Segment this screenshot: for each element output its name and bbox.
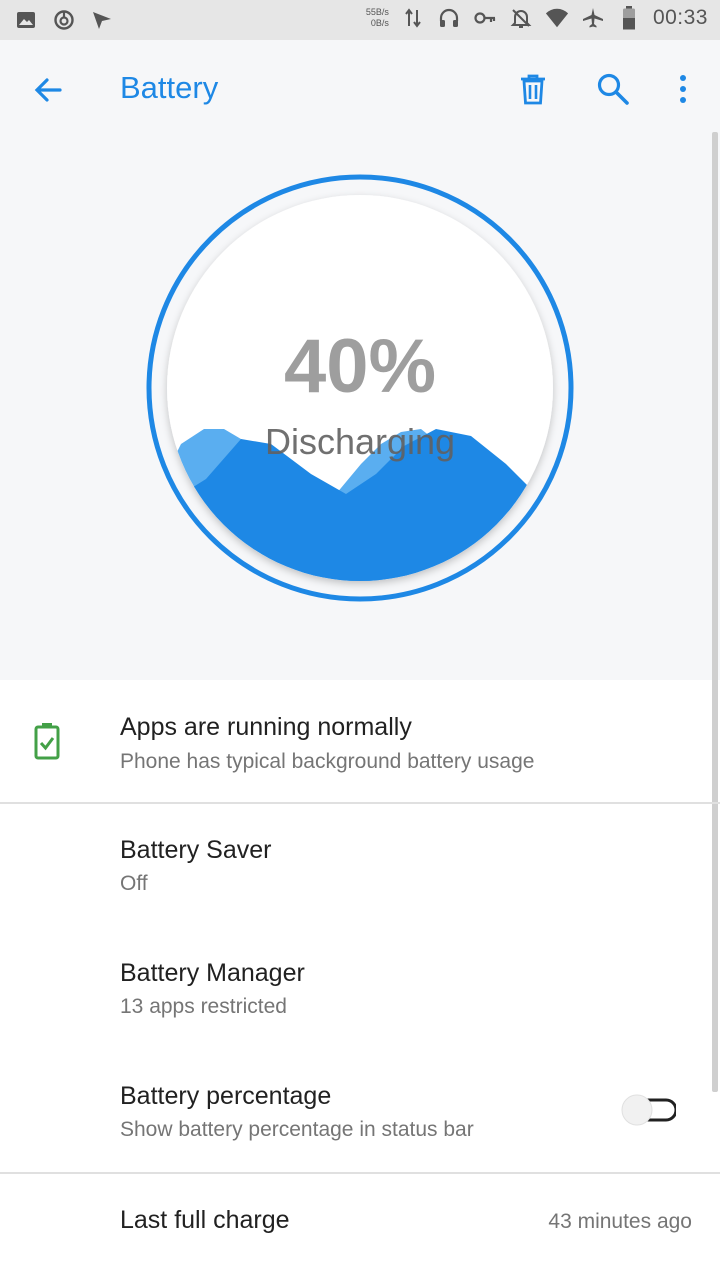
battery-manager-item[interactable]: Battery Manager 13 apps restricted: [0, 926, 720, 1049]
battery-ok-icon: [34, 723, 60, 760]
battery-health-title: Apps are running normally: [120, 713, 412, 741]
last-full-charge-value: 43 minutes ago: [548, 1210, 692, 1233]
battery-health-subtitle: Phone has typical background battery usa…: [120, 750, 535, 773]
sync-icon: [52, 8, 76, 32]
battery-status-text: Discharging: [265, 421, 455, 462]
trash-icon: [521, 74, 545, 105]
last-full-charge-title: Last full charge: [120, 1206, 290, 1234]
wifi-icon: [545, 6, 569, 30]
data-transfer-icon: [401, 6, 425, 30]
net-down-speed: 0B/s: [370, 18, 389, 28]
battery-manager-subtitle: 13 apps restricted: [120, 995, 287, 1018]
headphones-icon: [437, 6, 461, 30]
battery-percentage-toggle[interactable]: [620, 1092, 676, 1128]
last-full-charge-item: Last full charge 43 minutes ago: [0, 1174, 720, 1274]
battery-header: Battery 40% Discharging: [0, 40, 720, 680]
vpn-key-icon: [473, 6, 497, 30]
page-title: Battery: [120, 70, 219, 105]
notifications-off-icon: [509, 6, 533, 30]
more-vert-icon: [680, 75, 686, 103]
send-icon: [90, 8, 114, 32]
network-speed: 55B/s 0B/s: [366, 7, 389, 29]
battery-percentage-subtitle: Show battery percentage in status bar: [120, 1118, 474, 1141]
arrow-back-icon: [34, 78, 62, 102]
battery-saver-subtitle: Off: [120, 872, 148, 895]
net-up-speed: 55B/s: [365, 7, 389, 17]
battery-percentage-item[interactable]: Battery percentage Show battery percenta…: [0, 1049, 720, 1172]
battery-manager-title: Battery Manager: [120, 959, 305, 987]
battery-percentage-title: Battery percentage: [120, 1082, 332, 1110]
image-icon: [14, 8, 38, 32]
search-icon: [597, 73, 629, 105]
battery-icon: [617, 6, 641, 30]
battery-health-item[interactable]: Apps are running normally Phone has typi…: [0, 680, 720, 802]
delete-button[interactable]: [510, 66, 556, 112]
clock: 00:33: [652, 6, 708, 29]
search-button[interactable]: [590, 66, 636, 112]
battery-gauge: 40% Discharging: [146, 174, 574, 602]
battery-saver-title: Battery Saver: [120, 836, 272, 864]
battery-percent-text: 40%: [284, 324, 436, 409]
battery-saver-item[interactable]: Battery Saver Off: [0, 804, 720, 926]
airplane-mode-icon: [581, 6, 605, 30]
app-bar: Battery: [0, 40, 720, 136]
back-button[interactable]: [26, 68, 70, 112]
status-bar: 55B/s 0B/s 00:33: [0, 0, 720, 40]
more-options-button[interactable]: [660, 66, 706, 112]
